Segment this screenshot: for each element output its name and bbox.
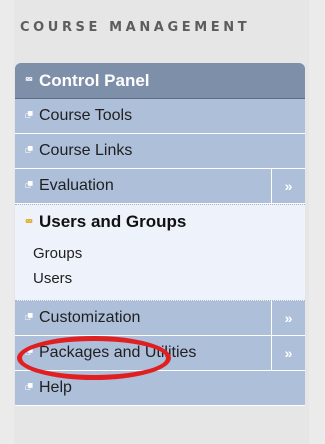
menu-item-label: Help [39,379,72,396]
menu-item-help[interactable]: ⮻ Help [15,371,305,406]
control-panel-label: Control Panel [39,70,150,90]
double-chevron-down-icon: ⮻ [25,346,34,358]
menu-item-users-and-groups[interactable]: ⮹ Users and Groups [15,205,305,239]
double-chevron-right-icon[interactable]: » [271,169,305,203]
menu-item-evaluation[interactable]: ⮻ Evaluation » [15,169,305,204]
menu-item-label: Users and Groups [39,212,187,231]
double-chevron-down-icon: ⮻ [25,311,34,323]
double-chevron-up-icon: ⮹ [25,216,33,228]
control-panel-header[interactable]: ⮹ Control Panel [15,63,305,99]
menu-item-customization[interactable]: ⮻ Customization » [15,301,305,336]
double-chevron-up-icon: ⮹ [25,75,33,86]
menu-item-label: Packages and Utilities [39,344,197,361]
menu-item-packages-and-utilities[interactable]: ⮻ Packages and Utilities » [15,336,305,371]
menu-item-course-links[interactable]: ⮻ Course Links [15,134,305,169]
double-chevron-down-icon: ⮻ [25,381,34,393]
menu-item-course-tools[interactable]: ⮻ Course Tools [15,99,305,134]
double-chevron-down-icon: ⮻ [25,109,34,121]
double-chevron-right-icon[interactable]: » [271,336,305,370]
control-panel-menu: ⮹ Control Panel ⮻ Course Tools ⮻ Course … [15,63,305,406]
double-chevron-right-icon[interactable]: » [271,301,305,335]
menu-item-label: Customization [39,309,141,326]
users-and-groups-section: ⮹ Users and Groups Groups Users [15,204,305,301]
submenu-item-groups[interactable]: Groups [15,241,305,266]
double-chevron-down-icon: ⮻ [25,179,34,191]
menu-item-label: Course Tools [39,107,133,124]
menu-item-label: Course Links [39,142,133,159]
submenu-item-users[interactable]: Users [15,266,305,291]
double-chevron-down-icon: ⮻ [25,144,34,156]
menu-item-label: Evaluation [39,177,114,194]
course-management-heading: COURSE MANAGEMENT [20,20,251,35]
